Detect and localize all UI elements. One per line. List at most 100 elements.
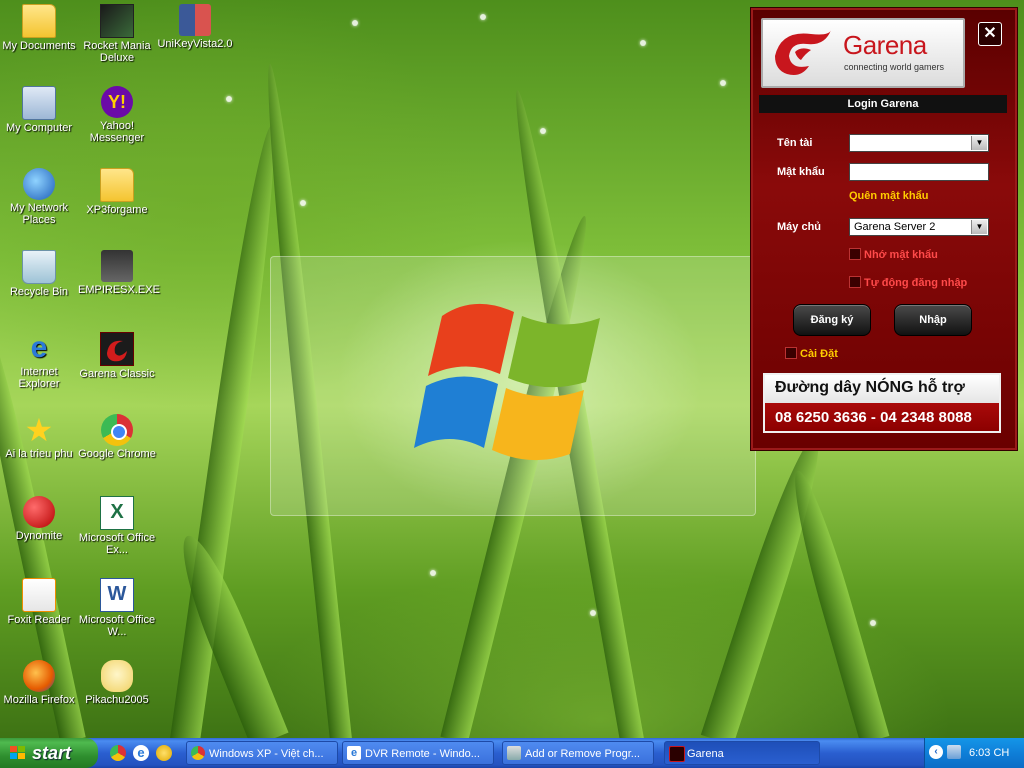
desktop-icon-excel[interactable]: X Microsoft Office Ex... (78, 496, 156, 556)
internet-explorer-icon: e (347, 746, 361, 760)
auto-login-label: Tự động đăng nhập (864, 277, 968, 289)
login-title: Login Garena (759, 94, 1007, 113)
garena-login-window: Garena connecting world gamers ✕ Login G… (751, 8, 1017, 450)
desktop-icon-ai-la-trieu-phu[interactable]: ★ Ai la trieu phu (0, 414, 78, 460)
username-label: Tên tài (777, 137, 813, 149)
desktop-icon-label: Ai la trieu phu (5, 448, 73, 460)
unikey-icon (179, 4, 211, 36)
desktop-icon-empires[interactable]: EMPIRESX.EXE (78, 250, 160, 296)
checkbox-box[interactable] (849, 248, 861, 260)
forgot-password-link[interactable]: Quên mật khẩu (849, 190, 928, 202)
clock[interactable]: 6:03 CH (969, 738, 1009, 768)
recycle-bin-icon (22, 250, 56, 284)
hotline-title: Đường dây NÓNG hỗ trợ (775, 379, 965, 396)
auto-login-checkbox[interactable]: Tự động đăng nhập (849, 276, 967, 289)
desktop-icon-network-places[interactable]: My Network Places (0, 168, 78, 226)
desktop-icon-dynomite[interactable]: Dynomite (0, 496, 78, 542)
desktop-icon-label: Foxit Reader (7, 614, 71, 626)
username-combobox[interactable]: ▼ (849, 134, 989, 152)
desktop-icon-my-computer[interactable]: My Computer (0, 86, 78, 134)
desktop-icon-label: Garena Classic (79, 368, 155, 380)
foxit-reader-icon (22, 578, 56, 612)
close-button[interactable]: ✕ (978, 22, 1002, 46)
rocket-mania-icon (100, 4, 134, 38)
server-select[interactable]: Garena Server 2 ▼ (849, 218, 989, 236)
taskbar-item-add-remove[interactable]: Add or Remove Progr... (502, 741, 654, 765)
desktop-icon-recycle-bin[interactable]: Recycle Bin (0, 250, 78, 298)
hotline-header: Đường dây NÓNG hỗ trợ (765, 375, 999, 403)
dew-drop (590, 610, 596, 616)
remember-password-checkbox[interactable]: Nhớ mật khẩu (849, 248, 938, 261)
chevron-down-icon[interactable]: ▼ (971, 220, 987, 234)
smiley-icon[interactable] (156, 745, 172, 761)
start-label: start (32, 743, 72, 763)
chevron-left-icon[interactable]: ‹ (929, 745, 943, 759)
checkbox-box[interactable] (849, 276, 861, 288)
control-panel-icon (507, 746, 521, 760)
taskbar-item-dvr-remote[interactable]: e DVR Remote - Windo... (342, 741, 494, 765)
star-icon: ★ (24, 412, 54, 448)
dew-drop (870, 620, 876, 626)
register-button[interactable]: Đăng ký (793, 304, 871, 336)
desktop-icon-firefox[interactable]: Mozilla Firefox (0, 660, 78, 706)
taskbar-item-windows-xp[interactable]: Windows XP - Việt ch... (186, 741, 338, 765)
login-button[interactable]: Nhập (894, 304, 972, 336)
taskbar-item-garena[interactable]: Garena (664, 741, 820, 765)
settings-checkbox[interactable]: Cài Đặt (785, 347, 838, 360)
chrome-icon (101, 414, 133, 446)
start-button[interactable]: start (0, 738, 98, 768)
windows-logo (414, 303, 600, 461)
folder-icon (100, 168, 134, 202)
desktop-icon-label: Microsoft Office Ex... (78, 532, 156, 556)
desktop-icon-foxit-reader[interactable]: Foxit Reader (0, 578, 78, 626)
taskbar-item-label: DVR Remote - Windo... (365, 748, 480, 760)
password-label: Mật khẩu (777, 166, 825, 178)
desktop-icon-label: My Network Places (9, 202, 69, 226)
dew-drop (226, 96, 232, 102)
internet-explorer-icon[interactable]: e (133, 745, 149, 761)
desktop-icon-label: Internet Explorer (18, 366, 60, 390)
checkbox-box[interactable] (785, 347, 797, 359)
remember-password-label: Nhớ mật khẩu (864, 249, 938, 261)
chevron-down-icon[interactable]: ▼ (971, 136, 987, 150)
network-icon[interactable] (947, 745, 961, 759)
desktop-icon-pikachu2005[interactable]: Pikachu2005 (78, 660, 156, 706)
hotline-banner: Đường dây NÓNG hỗ trợ 08 6250 3636 - 04 … (763, 373, 1001, 433)
desktop-icon-internet-explorer[interactable]: e Internet Explorer (0, 332, 78, 391)
dew-drop (300, 200, 306, 206)
taskbar-item-label: Windows XP - Việt ch... (209, 748, 324, 760)
desktop-icon-rocket-mania[interactable]: Rocket Mania Deluxe (78, 4, 156, 64)
network-places-icon (23, 168, 55, 200)
dew-drop (430, 570, 436, 576)
pikachu-icon (101, 660, 133, 692)
desktop-icon-google-chrome[interactable]: Google Chrome (78, 414, 156, 460)
desktop-icon-label: UniKeyVista2.0 (157, 38, 233, 50)
dew-drop (540, 128, 546, 134)
desktop-icon-label: Pikachu2005 (85, 694, 149, 706)
password-field[interactable] (849, 163, 989, 181)
desktop-icon-label: My Documents (2, 40, 76, 52)
dew-drop (720, 80, 726, 86)
desktop-icon-word[interactable]: W Microsoft Office W... (78, 578, 156, 638)
desktop-icon-yahoo-messenger[interactable]: Y! Yahoo! Messenger (78, 86, 156, 144)
chrome-icon (191, 746, 205, 760)
server-label: Máy chủ (777, 221, 822, 233)
desktop-icon-unikey[interactable]: UniKeyVista2.0 (156, 4, 234, 50)
settings-label: Cài Đặt (800, 348, 838, 360)
desktop-icon-xp3forgame[interactable]: XP3forgame (78, 168, 156, 216)
taskbar-item-label: Garena (687, 748, 724, 760)
desktop-icon-label: Microsoft Office W... (78, 614, 156, 638)
desktop-icon-label: Google Chrome (78, 448, 156, 460)
taskbar-item-label: Add or Remove Progr... (525, 748, 640, 760)
desktop-icon-garena-classic[interactable]: Garena Classic (78, 332, 156, 380)
desktop-icon-label: Dynomite (15, 530, 63, 542)
garena-tagline: connecting world gamers (844, 62, 945, 72)
desktop-icon-my-documents[interactable]: My Documents (0, 4, 78, 52)
garena-logo: Garena connecting world gamers (761, 18, 965, 88)
desktop-icon-label: EMPIRESX.EXE (78, 284, 160, 296)
server-value: Garena Server 2 (854, 221, 936, 233)
windows-flag-icon (10, 746, 25, 759)
desktop-icon-label: My Computer (5, 122, 73, 134)
chrome-icon[interactable] (110, 745, 126, 761)
empires-icon (101, 250, 133, 282)
